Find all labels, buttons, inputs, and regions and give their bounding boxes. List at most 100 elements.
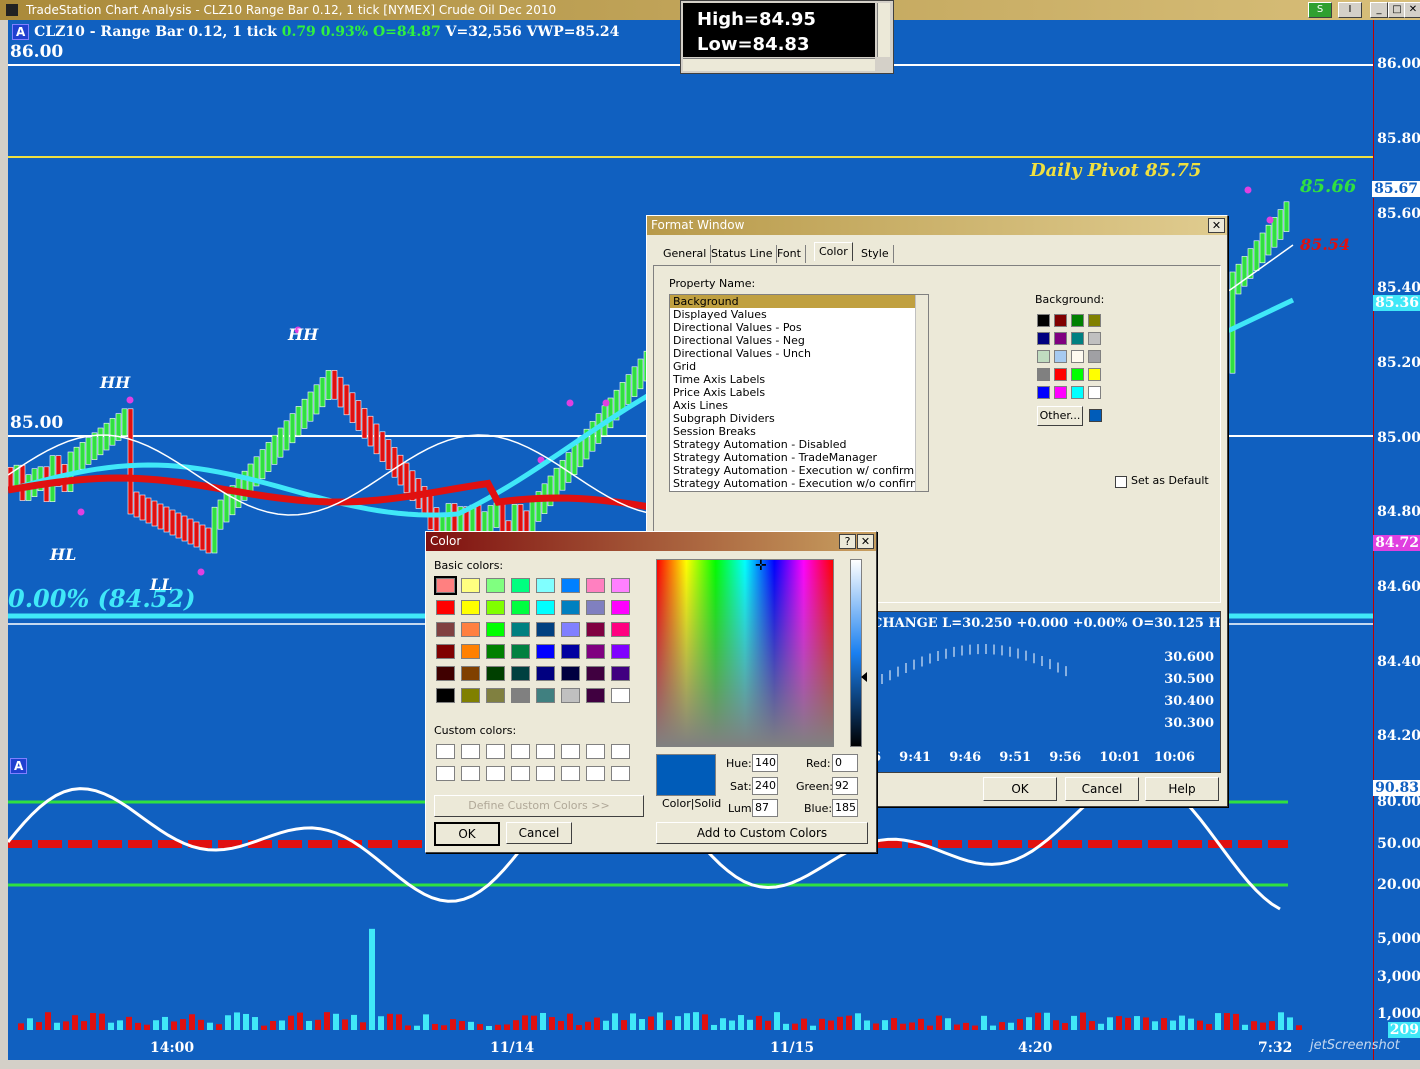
basic-color-swatch[interactable] [436,666,455,681]
blue-input[interactable]: 185 [832,799,858,817]
custom-color-swatch[interactable] [461,766,480,781]
custom-color-swatch[interactable] [511,744,530,759]
red-input[interactable]: 0 [832,754,858,772]
basic-color-swatch[interactable] [611,622,630,637]
lum-input[interactable]: 87 [752,799,778,817]
custom-color-swatch[interactable] [611,766,630,781]
basic-color-swatch[interactable] [461,600,480,615]
color-spectrum[interactable]: ✛ [656,559,834,747]
basic-color-swatch[interactable] [611,644,630,659]
basic-color-swatch[interactable] [511,644,530,659]
palette-swatch[interactable] [1037,386,1050,399]
palette-swatch[interactable] [1054,386,1067,399]
tab-general[interactable]: General [659,245,712,263]
custom-color-swatch[interactable] [486,766,505,781]
other-color-button[interactable]: Other... [1037,406,1083,426]
basic-color-swatch[interactable] [586,644,605,659]
basic-color-swatch[interactable] [511,600,530,615]
custom-color-swatch[interactable] [561,766,580,781]
basic-color-swatch[interactable] [611,666,630,681]
basic-color-swatch[interactable] [536,688,555,703]
format-window-close-button[interactable]: ✕ [1208,218,1225,233]
basic-color-swatch[interactable] [486,600,505,615]
basic-color-swatch[interactable] [511,622,530,637]
basic-color-swatch[interactable] [436,600,455,615]
color-cancel-button[interactable]: Cancel [506,822,572,844]
basic-colors-grid[interactable] [434,576,636,708]
basic-color-swatch[interactable] [486,666,505,681]
basic-color-swatch[interactable] [561,622,580,637]
basic-color-swatch[interactable] [486,644,505,659]
format-cancel-button[interactable]: Cancel [1065,777,1139,801]
basic-color-swatch[interactable] [461,578,480,593]
basic-color-swatch[interactable] [536,666,555,681]
custom-color-swatch[interactable] [536,766,555,781]
luminance-slider[interactable] [850,559,862,747]
property-list-item[interactable]: Strategy Automation - Disabled [670,438,928,451]
minimize-button[interactable]: _ [1370,2,1388,18]
basic-color-swatch[interactable] [586,688,605,703]
basic-color-swatch[interactable] [561,578,580,593]
close-button[interactable]: ✕ [1404,2,1420,18]
palette-swatch[interactable] [1054,314,1067,327]
custom-color-swatch[interactable] [486,744,505,759]
basic-color-swatch[interactable] [436,688,455,703]
property-list-item[interactable]: Strategy Automation - Execution w/ confi… [670,464,928,477]
tab-color[interactable]: Color [814,242,853,261]
define-custom-colors-button[interactable]: Define Custom Colors >> [434,795,644,817]
basic-color-swatch[interactable] [561,600,580,615]
basic-color-swatch[interactable] [461,622,480,637]
horizontal-scrollbar[interactable] [683,58,875,71]
basic-color-swatch[interactable] [536,644,555,659]
palette-swatch[interactable] [1088,350,1101,363]
format-help-button[interactable]: Help [1145,777,1219,801]
tab-status-line[interactable]: Status Line [707,245,778,263]
basic-color-swatch[interactable] [486,688,505,703]
basic-color-swatch[interactable] [561,644,580,659]
set-default-checkbox[interactable] [1115,476,1127,488]
green-input[interactable]: 92 [832,777,858,795]
property-list-item[interactable]: Strategy Automation - Execution w/o conf… [670,477,928,490]
palette-swatch[interactable] [1088,314,1101,327]
property-list-item[interactable]: Subgraph Dividers [670,412,928,425]
tab-style[interactable]: Style [857,245,894,263]
basic-color-swatch[interactable] [461,688,480,703]
custom-color-swatch[interactable] [436,766,455,781]
palette-swatch[interactable] [1071,350,1084,363]
palette-swatch[interactable] [1037,314,1050,327]
basic-color-swatch[interactable] [586,666,605,681]
color-dialog[interactable]: Color ? ✕ Basic colors: Custom colors: D… [425,531,877,853]
palette-swatch[interactable] [1037,332,1050,345]
subgraph-badge[interactable]: A [10,758,28,774]
basic-color-swatch[interactable] [611,688,630,703]
custom-color-swatch[interactable] [461,744,480,759]
property-list-item[interactable]: Session Breaks [670,425,928,438]
palette-swatch[interactable] [1071,368,1084,381]
basic-color-swatch[interactable] [461,644,480,659]
chart-badge[interactable]: A [12,24,30,40]
palette-swatch[interactable] [1088,386,1101,399]
color-ok-button[interactable]: OK [434,822,500,846]
palette-swatch[interactable] [1037,350,1050,363]
basic-color-swatch[interactable] [461,666,480,681]
basic-color-swatch[interactable] [434,576,457,595]
property-list-item[interactable]: Grid [670,360,928,373]
custom-colors-grid[interactable] [436,744,636,784]
vertical-scrollbar[interactable] [877,3,890,57]
palette-swatch[interactable] [1088,368,1101,381]
basic-color-swatch[interactable] [511,578,530,593]
basic-color-swatch[interactable] [611,600,630,615]
sat-input[interactable]: 240 [752,777,778,795]
custom-color-swatch[interactable] [561,744,580,759]
tab-font[interactable]: Font [773,245,806,263]
color-dialog-close-button[interactable]: ✕ [857,534,874,549]
format-ok-button[interactable]: OK [983,777,1057,801]
palette-swatch[interactable] [1088,332,1101,345]
property-list-item[interactable]: Time Axis Labels [670,373,928,386]
custom-color-swatch[interactable] [436,744,455,759]
palette-swatch[interactable] [1054,350,1067,363]
basic-color-swatch[interactable] [511,666,530,681]
palette-swatch[interactable] [1071,314,1084,327]
basic-color-swatch[interactable] [561,666,580,681]
add-to-custom-colors-button[interactable]: Add to Custom Colors [656,822,868,844]
